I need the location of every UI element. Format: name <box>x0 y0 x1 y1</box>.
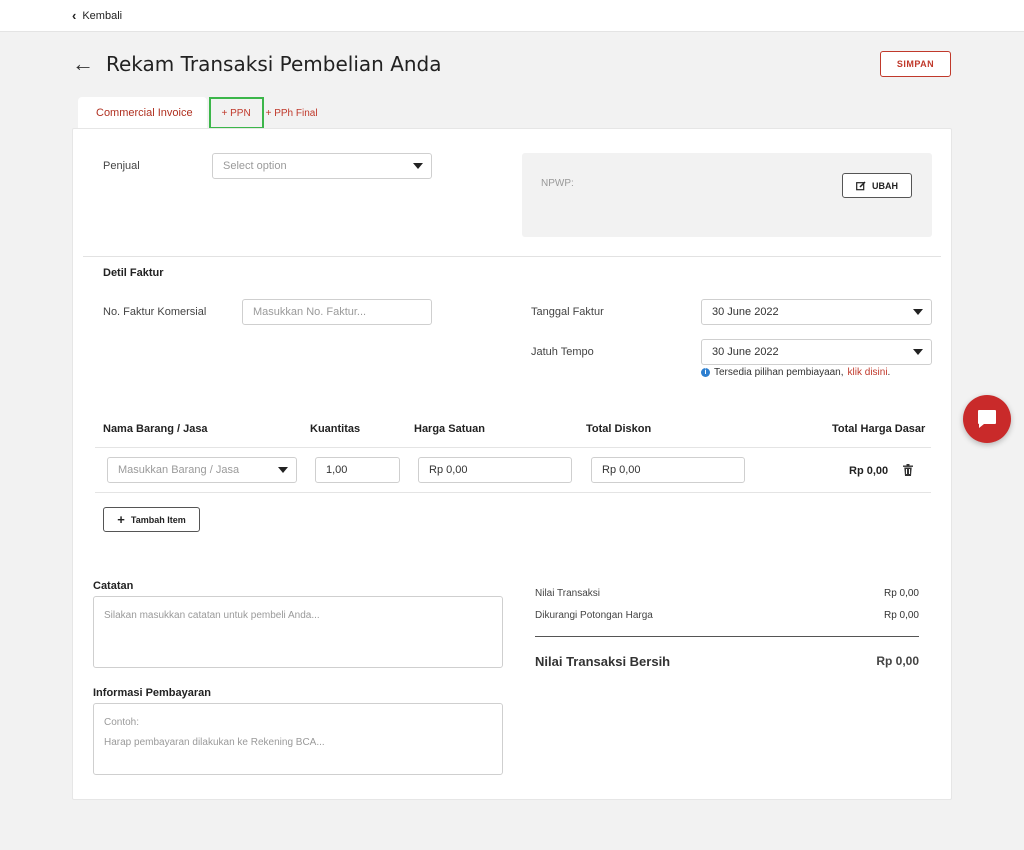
transaction-value-label: Nilai Transaksi <box>535 588 601 599</box>
table-header-line <box>95 447 931 448</box>
quantity-value: 1,00 <box>326 464 348 476</box>
due-date-select[interactable]: 30 June 2022 <box>701 339 932 365</box>
arrow-left-icon[interactable]: ← <box>72 53 94 75</box>
notes-textarea[interactable]: Silakan masukkan catatan untuk pembeli A… <box>93 596 503 668</box>
back-link[interactable]: ‹ Kembali <box>72 8 123 23</box>
chat-button[interactable] <box>963 395 1011 443</box>
save-button[interactable]: SIMPAN <box>880 51 951 77</box>
change-seller-label: UBAH <box>872 180 898 191</box>
page-header: ← Rekam Transaksi Pembelian Anda <box>72 52 442 76</box>
tab-bar: Commercial Invoice + PPN + PPh Final <box>78 97 318 129</box>
column-header-unit-price: Harga Satuan <box>414 423 485 435</box>
payment-info-placeholder-line2: Harap pembayaran dilakukan ke Rekening B… <box>104 737 325 748</box>
edit-icon <box>856 180 866 190</box>
npwp-label: NPWP: <box>541 178 574 189</box>
chat-bubble-icon <box>978 410 996 428</box>
due-date-label: Jatuh Tempo <box>531 346 594 358</box>
caret-down-icon <box>278 467 288 473</box>
summary-discount-row: Dikurangi Potongan Harga Rp 0,00 <box>535 610 919 621</box>
invoice-number-label: No. Faktur Komersial <box>103 306 207 318</box>
financing-note-end: . <box>887 367 891 378</box>
unit-price-input[interactable]: Rp 0,00 <box>418 457 572 483</box>
payment-info-placeholder-line1: Contoh: <box>104 717 140 728</box>
caret-down-icon <box>913 349 923 355</box>
npwp-panel: NPWP: UBAH <box>522 153 932 237</box>
net-transaction-label: Nilai Transaksi Bersih <box>535 654 671 669</box>
price-discount-value: Rp 0,00 <box>883 610 919 621</box>
tab-pph-final[interactable]: + PPh Final <box>264 97 318 129</box>
invoice-date-value: 30 June 2022 <box>712 306 779 318</box>
tab-commercial-invoice[interactable]: Commercial Invoice <box>78 97 207 129</box>
price-discount-label: Dikurangi Potongan Harga <box>535 610 653 621</box>
due-date-value: 30 June 2022 <box>712 346 779 358</box>
add-item-label: Tambah Item <box>130 514 186 525</box>
column-header-base-total: Total Harga Dasar <box>832 423 926 435</box>
column-header-quantity: Kuantitas <box>310 423 361 435</box>
tab-ppn[interactable]: + PPN <box>208 97 264 129</box>
info-icon: i <box>701 368 710 377</box>
item-select-placeholder: Masukkan Barang / Jasa <box>118 464 240 476</box>
invoice-number-input[interactable]: Masukkan No. Faktur... <box>242 299 432 325</box>
table-row-line <box>95 492 931 493</box>
financing-link[interactable]: klik disini <box>848 367 888 378</box>
payment-info-textarea[interactable]: Contoh: Harap pembayaran dilakukan ke Re… <box>93 703 503 775</box>
item-select[interactable]: Masukkan Barang / Jasa <box>107 457 297 483</box>
discount-input[interactable]: Rp 0,00 <box>591 457 745 483</box>
invoice-date-label: Tanggal Faktur <box>531 306 604 318</box>
transaction-value: Rp 0,00 <box>883 588 919 599</box>
summary-divider <box>535 636 919 637</box>
discount-value: Rp 0,00 <box>602 464 641 476</box>
financing-note: i Tersedia pilihan pembiayaan, klik disi… <box>701 367 890 378</box>
base-total-value: Rp 0,00 <box>849 465 889 477</box>
invoice-date-select[interactable]: 30 June 2022 <box>701 299 932 325</box>
seller-label: Penjual <box>103 160 140 172</box>
quantity-input[interactable]: 1,00 <box>315 457 400 483</box>
summary-transaction-value-row: Nilai Transaksi Rp 0,00 <box>535 588 919 599</box>
column-header-discount: Total Diskon <box>586 423 652 435</box>
payment-info-label: Informasi Pembayaran <box>93 687 211 699</box>
top-bar: ‹ Kembali <box>0 0 1024 32</box>
notes-placeholder: Silakan masukkan catatan untuk pembeli A… <box>104 610 320 621</box>
change-seller-button[interactable]: UBAH <box>842 173 912 198</box>
net-transaction-value: Rp 0,00 <box>876 654 919 668</box>
caret-down-icon <box>913 309 923 315</box>
notes-label: Catatan <box>93 580 134 592</box>
section-divider <box>83 256 941 257</box>
trash-icon[interactable] <box>903 464 913 476</box>
invoice-detail-title: Detil Faktur <box>103 267 164 279</box>
financing-note-text: Tersedia pilihan pembiayaan, <box>714 367 844 378</box>
seller-select[interactable]: Select option <box>212 153 432 179</box>
caret-down-icon <box>413 163 423 169</box>
invoice-number-placeholder: Masukkan No. Faktur... <box>253 306 367 318</box>
back-link-label: Kembali <box>82 10 123 22</box>
chevron-left-icon: ‹ <box>72 8 77 23</box>
summary-net-row: Nilai Transaksi Bersih Rp 0,00 <box>535 654 919 669</box>
add-item-button[interactable]: + Tambah Item <box>103 507 200 532</box>
plus-icon: + <box>117 511 125 527</box>
form-card: Penjual Select option NPWP: UBAH Detil F… <box>72 128 952 800</box>
unit-price-value: Rp 0,00 <box>429 464 468 476</box>
page-title: Rekam Transaksi Pembelian Anda <box>106 52 442 76</box>
seller-select-placeholder: Select option <box>223 160 287 172</box>
column-header-item: Nama Barang / Jasa <box>103 423 208 435</box>
